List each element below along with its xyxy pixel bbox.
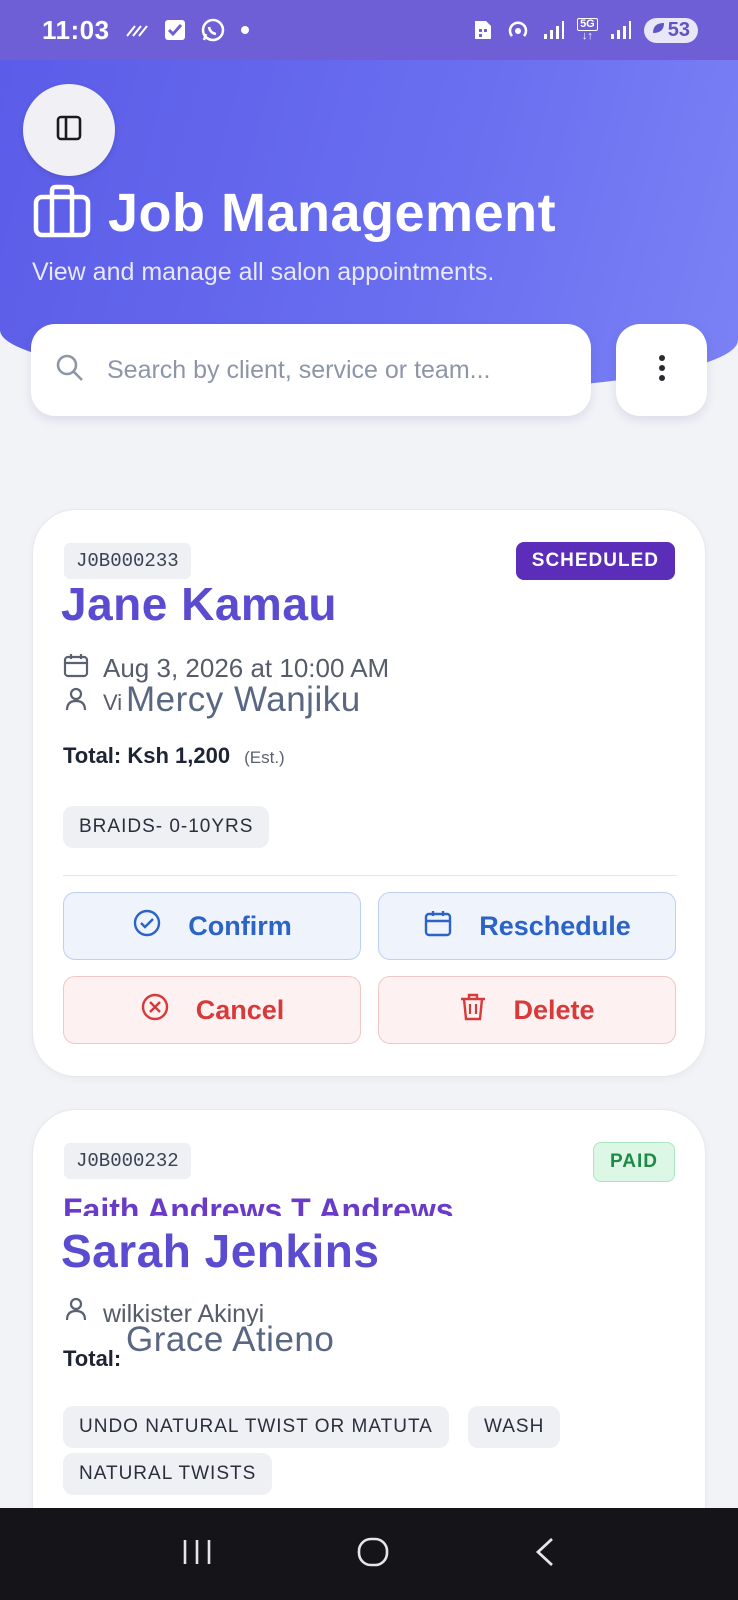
search-icon	[55, 353, 85, 388]
trash-icon	[459, 992, 487, 1029]
job-id: J0B000233	[64, 543, 191, 579]
estimate-label: (Est.)	[244, 748, 285, 767]
cancel-button[interactable]: Cancel	[63, 976, 361, 1044]
home-button[interactable]	[356, 1536, 390, 1573]
staff-name-overlay: Mercy Wanjiku	[126, 680, 361, 719]
sim-card-icon	[473, 19, 493, 41]
page-subtitle: View and manage all salon appointments.	[32, 258, 495, 286]
hotspot-icon	[505, 19, 531, 41]
cancel-label: Cancel	[195, 994, 285, 1025]
delete-button[interactable]: Delete	[378, 976, 676, 1044]
signal-waves-icon	[124, 20, 150, 40]
checkbox-notification-icon	[164, 19, 186, 41]
client-name-underlay-clip: Faith Andrews T Andrews	[63, 1192, 454, 1216]
total-amount: Total: Ksh 1,200	[63, 743, 231, 768]
more-vertical-icon	[658, 354, 666, 387]
service-tag: WASH	[468, 1406, 561, 1448]
client-name: Sarah Jenkins	[61, 1225, 380, 1277]
search-input[interactable]	[107, 355, 567, 385]
confirm-button[interactable]: Confirm	[63, 892, 361, 960]
status-badge: SCHEDULED	[515, 542, 675, 580]
back-button[interactable]	[533, 1536, 557, 1573]
staff-row: Vi	[63, 686, 122, 719]
sidebar-panel-icon	[55, 114, 83, 147]
status-time: 11:03	[42, 14, 110, 45]
calendar-icon	[63, 652, 89, 685]
battery-indicator: 53	[643, 17, 698, 43]
total-amount: Total:	[63, 1346, 122, 1371]
reschedule-button[interactable]: Reschedule	[378, 892, 676, 960]
client-name-underlay: Faith Andrews T Andrews	[63, 1192, 454, 1216]
battery-saver-icon	[650, 19, 666, 42]
staff-name-overlay: Grace Atieno	[126, 1320, 335, 1359]
system-navigation-bar	[0, 1508, 738, 1600]
reschedule-label: Reschedule	[479, 910, 631, 941]
service-tag: NATURAL TWISTS	[63, 1453, 273, 1495]
network-5g-icon: 5G ↓↑	[577, 18, 598, 42]
service-tag: BRAIDS- 0-10YRS	[63, 806, 270, 848]
delete-label: Delete	[513, 994, 595, 1025]
service-tag: UNDO NATURAL TWIST OR MATUTA	[63, 1406, 449, 1448]
check-circle-icon	[132, 908, 162, 945]
x-circle-icon	[140, 992, 170, 1029]
signal-bars-2-icon	[610, 20, 632, 40]
client-name: Jane Kamau	[61, 578, 338, 630]
job-card[interactable]: J0B000233 SCHEDULED Jane Kamau Aug 3, 20…	[32, 509, 706, 1077]
search-box[interactable]	[31, 324, 591, 416]
calendar-icon	[423, 908, 453, 945]
total-row: Total: Ksh 1,200 (Est.)	[63, 743, 285, 769]
page-title: Job Management	[108, 183, 557, 243]
battery-level: 53	[667, 18, 690, 41]
job-management-screen: 11:03 5G ↓↑ 53 Job Management View and m…	[0, 0, 738, 1600]
total-row: Total:	[63, 1346, 121, 1372]
status-bar: 11:03 5G ↓↑ 53	[0, 0, 738, 60]
recent-apps-button[interactable]	[181, 1538, 213, 1571]
confirm-label: Confirm	[188, 910, 292, 941]
status-badge: PAID	[593, 1142, 675, 1182]
divider	[63, 875, 677, 876]
more-options-button[interactable]	[616, 324, 707, 416]
user-icon	[63, 686, 89, 719]
user-icon	[63, 1296, 89, 1329]
job-id: J0B000232	[64, 1143, 191, 1179]
staff-name-prefix: Vi	[103, 689, 123, 715]
notification-dot-icon	[240, 25, 250, 35]
briefcase-icon	[32, 183, 92, 244]
sidebar-toggle-button[interactable]	[23, 84, 115, 176]
whatsapp-icon	[200, 17, 226, 43]
title-row: Job Management	[32, 182, 556, 244]
signal-bars-icon	[543, 20, 565, 40]
